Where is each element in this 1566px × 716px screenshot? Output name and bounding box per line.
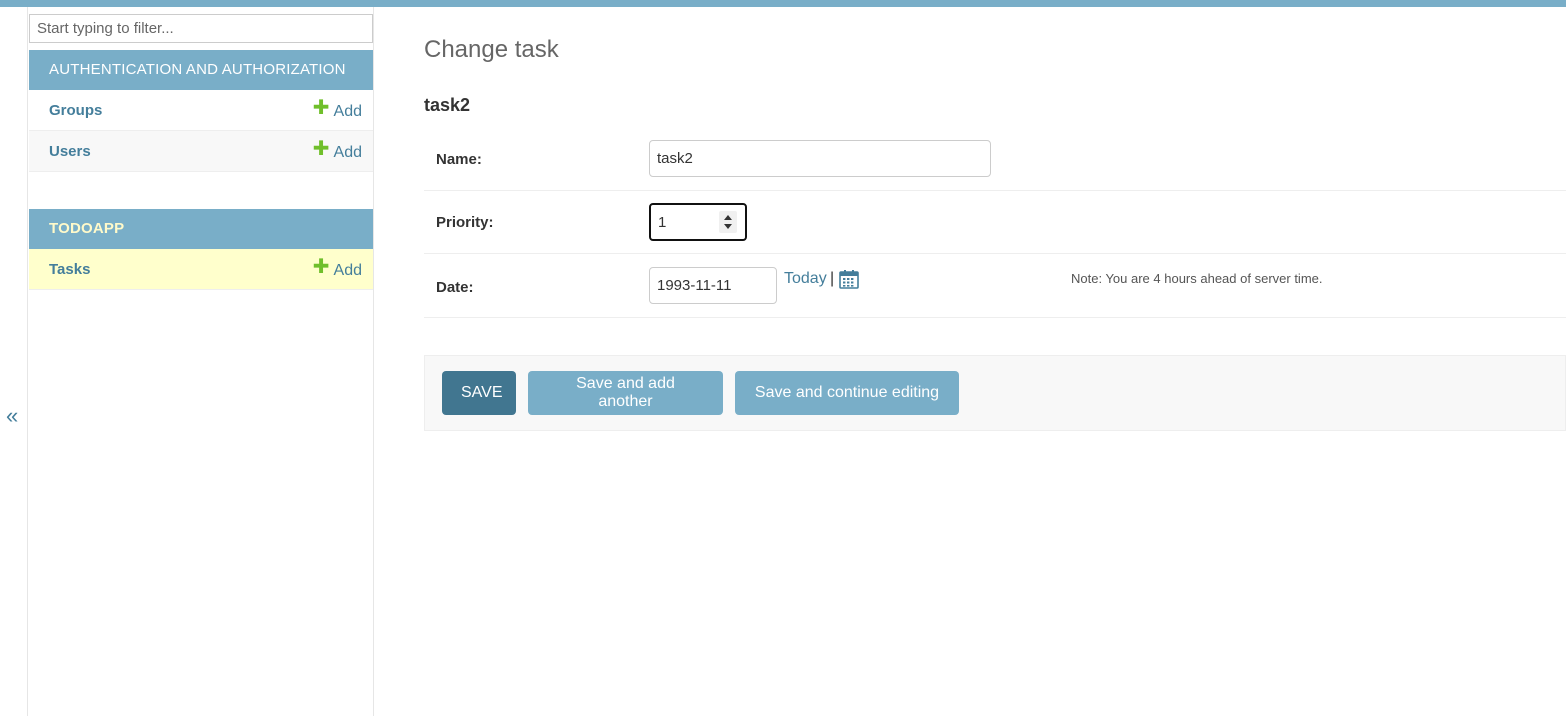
add-label: Add	[333, 262, 362, 279]
form-row-priority: Priority: 1	[424, 191, 1566, 254]
sidebar-item-tasks: Tasks ✚ Add	[29, 249, 373, 290]
form-row-name: Name:	[424, 128, 1566, 191]
priority-input[interactable]: 1	[649, 203, 747, 241]
timezone-note: Note: You are 4 hours ahead of server ti…	[1071, 271, 1323, 286]
users-link[interactable]: Users	[49, 131, 91, 172]
number-spinner[interactable]	[719, 211, 737, 233]
plus-icon: ✚	[312, 97, 330, 119]
users-add-link[interactable]: ✚ Add	[313, 131, 362, 173]
save-button[interactable]: SAVE	[442, 371, 516, 415]
groups-add-link[interactable]: ✚ Add	[313, 90, 362, 132]
name-label: Name:	[436, 151, 482, 168]
page-title: Change task	[424, 36, 559, 63]
date-label: Date:	[436, 279, 474, 296]
add-label: Add	[333, 144, 362, 161]
sidebar-collapse-toggle[interactable]: «	[0, 7, 28, 716]
priority-label: Priority:	[436, 214, 494, 231]
add-label: Add	[333, 103, 362, 120]
tasks-link[interactable]: Tasks	[49, 249, 90, 290]
date-shortcut-separator: |	[830, 270, 835, 287]
today-link[interactable]: Today	[784, 270, 827, 288]
groups-link[interactable]: Groups	[49, 90, 102, 131]
tasks-add-link[interactable]: ✚ Add	[313, 249, 362, 291]
module-caption-auth[interactable]: AUTHENTICATION AND AUTHORIZATION	[29, 50, 373, 90]
sidebar-item-users: Users ✚ Add	[29, 131, 373, 172]
date-input[interactable]	[649, 267, 777, 304]
top-bar	[0, 0, 1566, 7]
sidebar-item-groups: Groups ✚ Add	[29, 90, 373, 131]
plus-icon: ✚	[312, 256, 330, 278]
priority-value: 1	[658, 214, 667, 231]
calendar-icon[interactable]	[839, 269, 859, 289]
form-row-date: Date: Today | Note: You are 4 hours ahea…	[424, 254, 1566, 318]
object-title: task2	[424, 95, 471, 115]
double-chevron-left-icon[interactable]: «	[6, 405, 18, 427]
sidebar-filter-input[interactable]	[29, 14, 373, 43]
sidebar: AUTHENTICATION AND AUTHORIZATION Groups …	[29, 7, 374, 716]
submit-row: SAVE Save and add another Save and conti…	[424, 355, 1566, 431]
save-and-continue-editing-button[interactable]: Save and continue editing	[735, 371, 959, 415]
module-caption-todoapp[interactable]: TODOAPP	[29, 209, 373, 249]
save-and-add-another-button[interactable]: Save and add another	[528, 371, 723, 415]
name-input[interactable]	[649, 140, 991, 177]
spinner-down-icon[interactable]	[724, 224, 732, 229]
spinner-up-icon[interactable]	[724, 215, 732, 220]
plus-icon: ✚	[312, 138, 330, 160]
